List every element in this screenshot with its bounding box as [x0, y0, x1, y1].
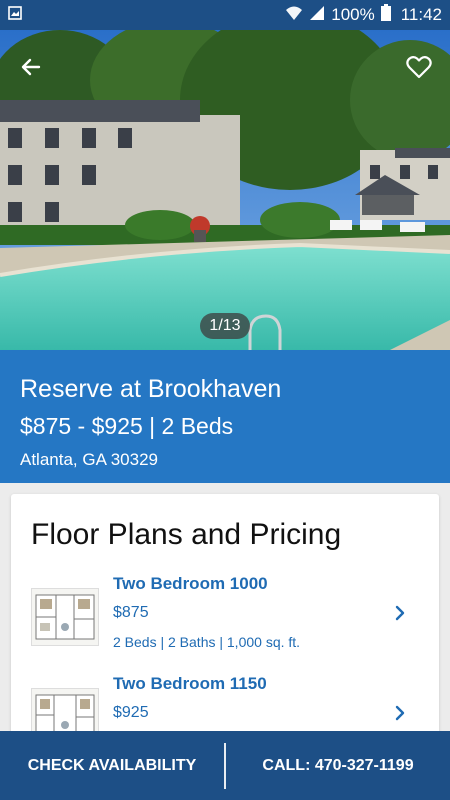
photo-counter: 1/13 [200, 313, 250, 339]
favorite-button[interactable] [402, 50, 436, 84]
wifi-icon [285, 5, 303, 26]
divider [224, 742, 226, 789]
floor-plan-details: 2 Beds | 2 Baths | 1,000 sq. ft. [113, 634, 301, 650]
signal-icon [309, 5, 325, 26]
battery-level: 100% [331, 5, 375, 24]
floor-plan-name: Two Bedroom 1150 [113, 674, 267, 693]
property-address: Atlanta, GA 30329 [20, 450, 158, 469]
property-photo [0, 30, 450, 350]
floor-plan-price: $875 [113, 604, 149, 621]
bottom-action-bar: CHECK AVAILABILITY CALL: 470-327-1199 [0, 731, 450, 800]
arrow-left-icon [21, 58, 41, 76]
floor-plan-name: Two Bedroom 1000 [113, 574, 268, 593]
floor-plan-item[interactable]: Two Bedroom 1000 $875 2 Beds | 2 Baths |… [11, 574, 439, 664]
clock: 11:42 [400, 5, 442, 24]
property-info: Reserve at Brookhaven $875 - $925 | 2 Be… [0, 350, 450, 483]
check-availability-button[interactable]: CHECK AVAILABILITY [0, 731, 224, 800]
heart-outline-icon [406, 56, 432, 79]
chevron-right-icon [395, 705, 405, 721]
back-button[interactable] [14, 50, 48, 84]
property-price-beds: $875 - $925 | 2 Beds [20, 413, 234, 439]
property-name: Reserve at Brookhaven [20, 375, 282, 403]
gallery-icon [8, 5, 22, 25]
call-button[interactable]: CALL: 470-327-1199 [226, 731, 450, 800]
floor-plans-heading: Floor Plans and Pricing [31, 518, 342, 551]
battery-icon [380, 4, 391, 26]
photo-gallery[interactable]: 1/13 [0, 30, 450, 350]
status-bar: 100% 11:42 [0, 0, 450, 30]
floor-plan-price: $925 [113, 704, 149, 721]
floor-plan-thumbnail [31, 588, 99, 646]
chevron-right-icon [395, 605, 405, 621]
